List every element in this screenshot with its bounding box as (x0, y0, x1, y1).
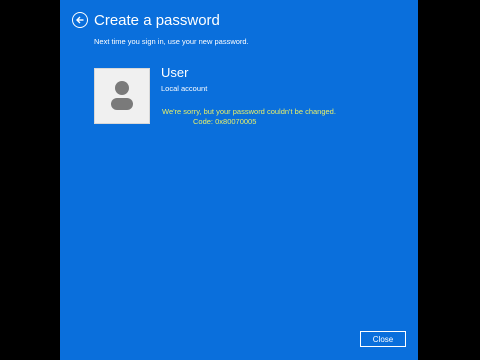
error-message: We're sorry, but your password couldn't … (162, 107, 336, 116)
back-arrow-icon (76, 16, 84, 24)
page-subtitle: Next time you sign in, use your new pass… (94, 37, 249, 46)
dialog-panel: Create a password Next time you sign in,… (60, 0, 418, 360)
dialog-header: Create a password (72, 12, 220, 28)
close-button[interactable]: Close (360, 331, 406, 347)
page-title: Create a password (94, 11, 220, 29)
error-code: Code: 0x80070005 (193, 117, 257, 126)
account-type: Local account (161, 84, 208, 93)
user-icon (111, 81, 133, 110)
account-name: User (161, 65, 189, 80)
back-button[interactable] (72, 12, 88, 28)
avatar (94, 68, 150, 124)
